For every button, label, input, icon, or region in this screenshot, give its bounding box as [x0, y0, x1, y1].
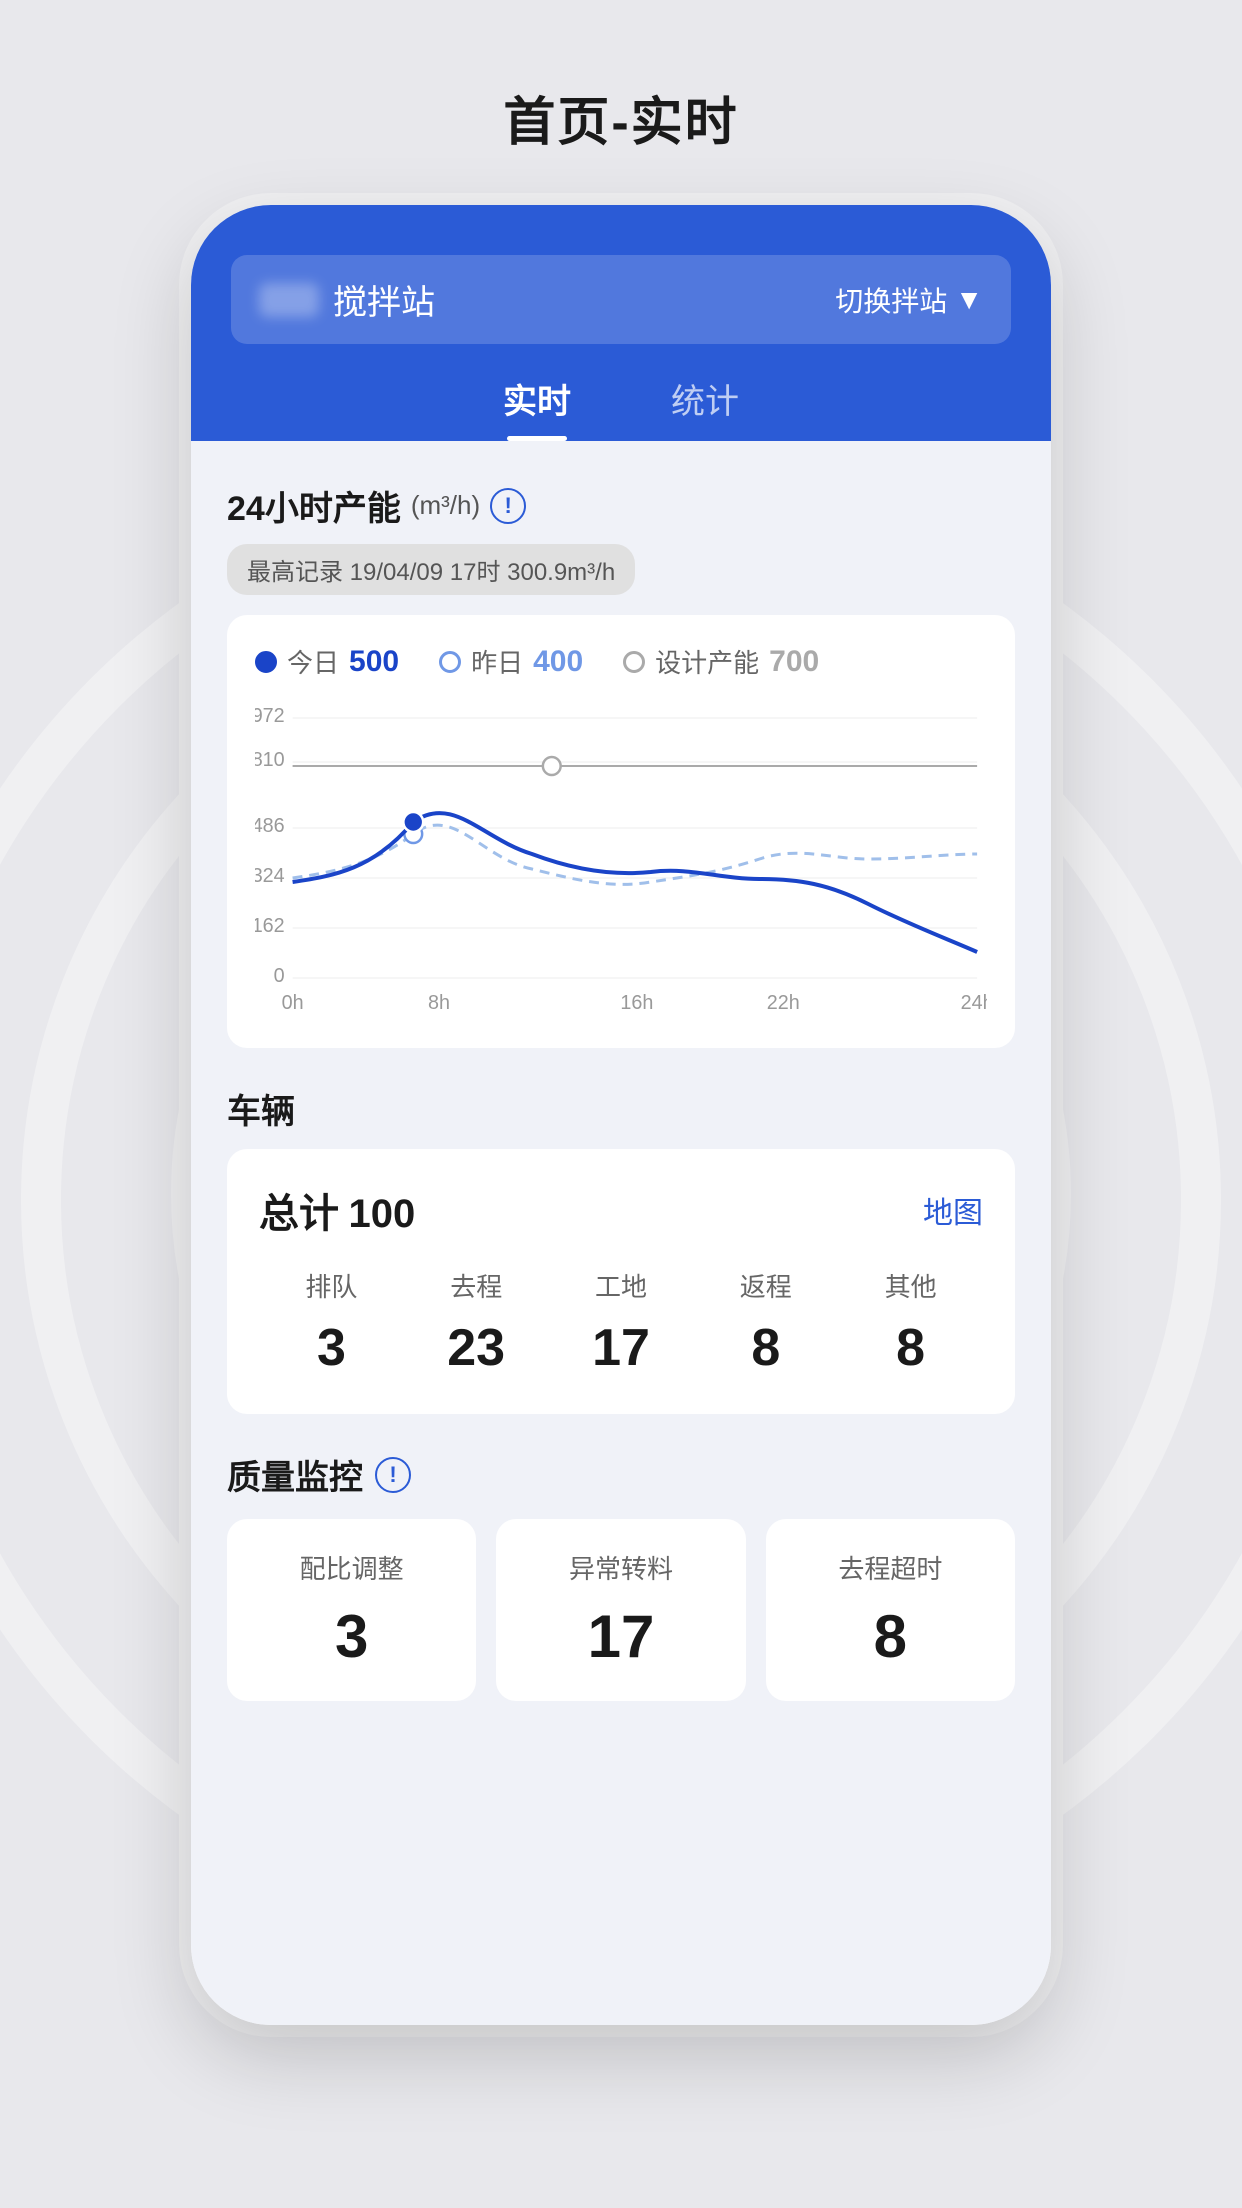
vehicles-total: 总计 100 [259, 1181, 415, 1239]
vehicle-col: 去程 23 [404, 1267, 549, 1378]
capacity-title: 24小时产能 [227, 481, 401, 530]
switch-station-button[interactable]: 切换拌站 ▼ [835, 280, 983, 320]
svg-text:0h: 0h [282, 992, 304, 1014]
record-badge: 最高记录 19/04/09 17时 300.9m³/h [227, 544, 635, 595]
vehicle-col: 其他 8 [838, 1267, 983, 1378]
page-title: 首页-实时 [503, 80, 738, 155]
phone-content: 24小时产能 (m³/h) ! 最高记录 19/04/09 17时 300.9m… [191, 441, 1051, 2025]
vehicle-label: 其他 [885, 1267, 937, 1304]
capacity-info-icon[interactable]: ! [490, 488, 526, 524]
legend-design: 设计产能 700 [623, 643, 819, 680]
quality-card-label: 异常转料 [569, 1549, 673, 1586]
vehicles-title: 车辆 [227, 1084, 1015, 1133]
station-name: 搅拌站 [259, 275, 435, 324]
svg-text:22h: 22h [767, 992, 800, 1014]
station-bar: 搅拌站 切换拌站 ▼ [231, 255, 1011, 344]
vehicle-label: 排队 [305, 1267, 357, 1304]
capacity-section: 24小时产能 (m³/h) ! 最高记录 19/04/09 17时 300.9m… [227, 481, 1015, 1048]
quality-card-value: 8 [874, 1602, 907, 1671]
vehicle-value: 3 [317, 1318, 346, 1378]
tab-realtime[interactable]: 实时 [503, 374, 571, 441]
vehicle-value: 17 [592, 1318, 650, 1378]
quality-title: 质量监控 [227, 1450, 363, 1499]
legend-today: 今日 500 [255, 643, 399, 680]
svg-text:972: 972 [255, 705, 285, 727]
vehicle-value: 8 [751, 1318, 780, 1378]
quality-card: 去程超时 8 [766, 1519, 1015, 1701]
svg-text:16h: 16h [620, 992, 653, 1014]
phone-mockup: 搅拌站 切换拌站 ▼ 实时 统计 24小时产能 (m³/h) ! [191, 205, 1051, 2025]
quality-info-icon[interactable]: ! [375, 1457, 411, 1493]
vehicle-value: 8 [896, 1318, 925, 1378]
vehicles-section: 车辆 总计 100 地图 排队 3 去程 23 工地 17 返程 8 [227, 1084, 1015, 1414]
tab-statistics[interactable]: 统计 [671, 374, 739, 441]
capacity-unit: (m³/h) [411, 490, 480, 521]
quality-card-label: 配比调整 [300, 1549, 404, 1586]
svg-text:810: 810 [255, 749, 285, 771]
vehicles-header: 总计 100 地图 [259, 1181, 983, 1239]
quality-card: 配比调整 3 [227, 1519, 476, 1701]
svg-text:0: 0 [274, 965, 285, 987]
svg-text:324: 324 [255, 865, 285, 887]
legend-dot-today [255, 651, 277, 673]
legend-yesterday: 昨日 400 [439, 643, 583, 680]
map-link[interactable]: 地图 [923, 1188, 983, 1232]
capacity-chart-card: 今日 500 昨日 400 设计产能 700 [227, 615, 1015, 1048]
dropdown-icon: ▼ [955, 284, 983, 316]
station-logo-blur [259, 283, 319, 317]
svg-text:162: 162 [255, 915, 285, 937]
vehicles-card: 总计 100 地图 排队 3 去程 23 工地 17 返程 8 其他 8 [227, 1149, 1015, 1414]
chart-svg: 972 810 486 324 162 0 [255, 704, 987, 1024]
capacity-chart: 972 810 486 324 162 0 [255, 704, 987, 1024]
chart-legend: 今日 500 昨日 400 设计产能 700 [255, 643, 987, 680]
quality-card-label: 去程超时 [838, 1549, 942, 1586]
vehicle-col: 返程 8 [693, 1267, 838, 1378]
vehicle-label: 去程 [450, 1267, 502, 1304]
quality-card-value: 17 [588, 1602, 655, 1671]
quality-grid: 配比调整 3 异常转料 17 去程超时 8 [227, 1519, 1015, 1701]
tab-bar: 实时 统计 [231, 374, 1011, 441]
vehicle-col: 排队 3 [259, 1267, 404, 1378]
vehicles-grid: 排队 3 去程 23 工地 17 返程 8 其他 8 [259, 1267, 983, 1378]
vehicle-value: 23 [447, 1318, 505, 1378]
vehicle-col: 工地 17 [549, 1267, 694, 1378]
svg-text:24h: 24h [961, 992, 987, 1014]
svg-text:486: 486 [255, 815, 285, 837]
svg-text:8h: 8h [428, 992, 450, 1014]
vehicle-label: 工地 [595, 1267, 647, 1304]
phone-header: 搅拌站 切换拌站 ▼ 实时 统计 [191, 205, 1051, 441]
legend-dot-design [623, 651, 645, 673]
capacity-title-row: 24小时产能 (m³/h) ! [227, 481, 1015, 530]
quality-card: 异常转料 17 [496, 1519, 745, 1701]
legend-dot-yesterday [439, 651, 461, 673]
vehicle-label: 返程 [740, 1267, 792, 1304]
quality-card-value: 3 [335, 1602, 368, 1671]
quality-section: 质量监控 ! 配比调整 3 异常转料 17 去程超时 8 [227, 1450, 1015, 1701]
